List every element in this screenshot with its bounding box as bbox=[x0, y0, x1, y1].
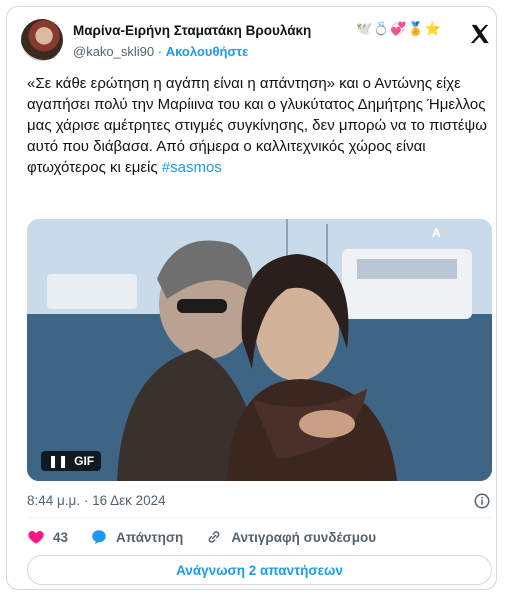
heart-icon bbox=[28, 531, 44, 544]
like-button[interactable]: 43 bbox=[27, 528, 68, 546]
gif-label: GIF bbox=[74, 454, 95, 468]
x-logo-icon[interactable] bbox=[469, 23, 491, 45]
tweet-timestamp[interactable]: 8:44 μ.μ. · 16 Δεκ 2024 bbox=[27, 493, 166, 508]
author-handle[interactable]: @kako_skli90 bbox=[73, 44, 154, 59]
separator: · bbox=[157, 44, 163, 59]
gif-badge[interactable]: ❚❚ GIF bbox=[41, 451, 102, 471]
tweet-body: «Σε κάθε ερώτηση η αγάπη είναι η απάντησ… bbox=[27, 75, 487, 176]
svg-text:Α: Α bbox=[432, 226, 441, 240]
reply-button[interactable]: Απάντηση bbox=[90, 528, 183, 546]
pause-icon[interactable]: ❚❚ bbox=[48, 454, 68, 468]
avatar[interactable] bbox=[21, 19, 63, 61]
tweet-text: «Σε κάθε ερώτηση η αγάπη είναι η απάντησ… bbox=[27, 73, 492, 178]
author-emojis: 🕊️💍💞🏅⭐ bbox=[356, 21, 442, 36]
action-bar: 43 Απάντηση Αντιγραφή συνδέσμου bbox=[27, 527, 398, 547]
reply-bubble-icon bbox=[92, 530, 106, 545]
author-name[interactable]: Μαρίνα-Ειρήνη Σταματάκη Βρουλάκη bbox=[73, 23, 311, 38]
gif-media[interactable]: Α ❚❚ GIF bbox=[27, 219, 492, 481]
info-icon[interactable] bbox=[473, 492, 491, 510]
like-count: 43 bbox=[53, 529, 69, 545]
link-icon bbox=[208, 531, 220, 543]
follow-button[interactable]: Ακολουθήστε bbox=[166, 44, 249, 59]
hashtag-link[interactable]: #sasmos bbox=[162, 159, 222, 176]
copy-link-button[interactable]: Αντιγραφή συνδέσμου bbox=[205, 528, 376, 546]
read-replies-button[interactable]: Ανάγνωση 2 απαντήσεων bbox=[27, 555, 492, 585]
reply-label: Απάντηση bbox=[116, 529, 184, 545]
divider bbox=[27, 517, 492, 518]
copy-link-label: Αντιγραφή συνδέσμου bbox=[231, 529, 377, 545]
tweet-card: Μαρίνα-Ειρήνη Σταματάκη Βρουλάκη 🕊️💍💞🏅⭐ … bbox=[6, 6, 497, 590]
gif-frame-illustration: Α bbox=[27, 219, 492, 481]
author-handle-row: @kako_skli90 · Ακολουθήστε bbox=[73, 44, 248, 59]
